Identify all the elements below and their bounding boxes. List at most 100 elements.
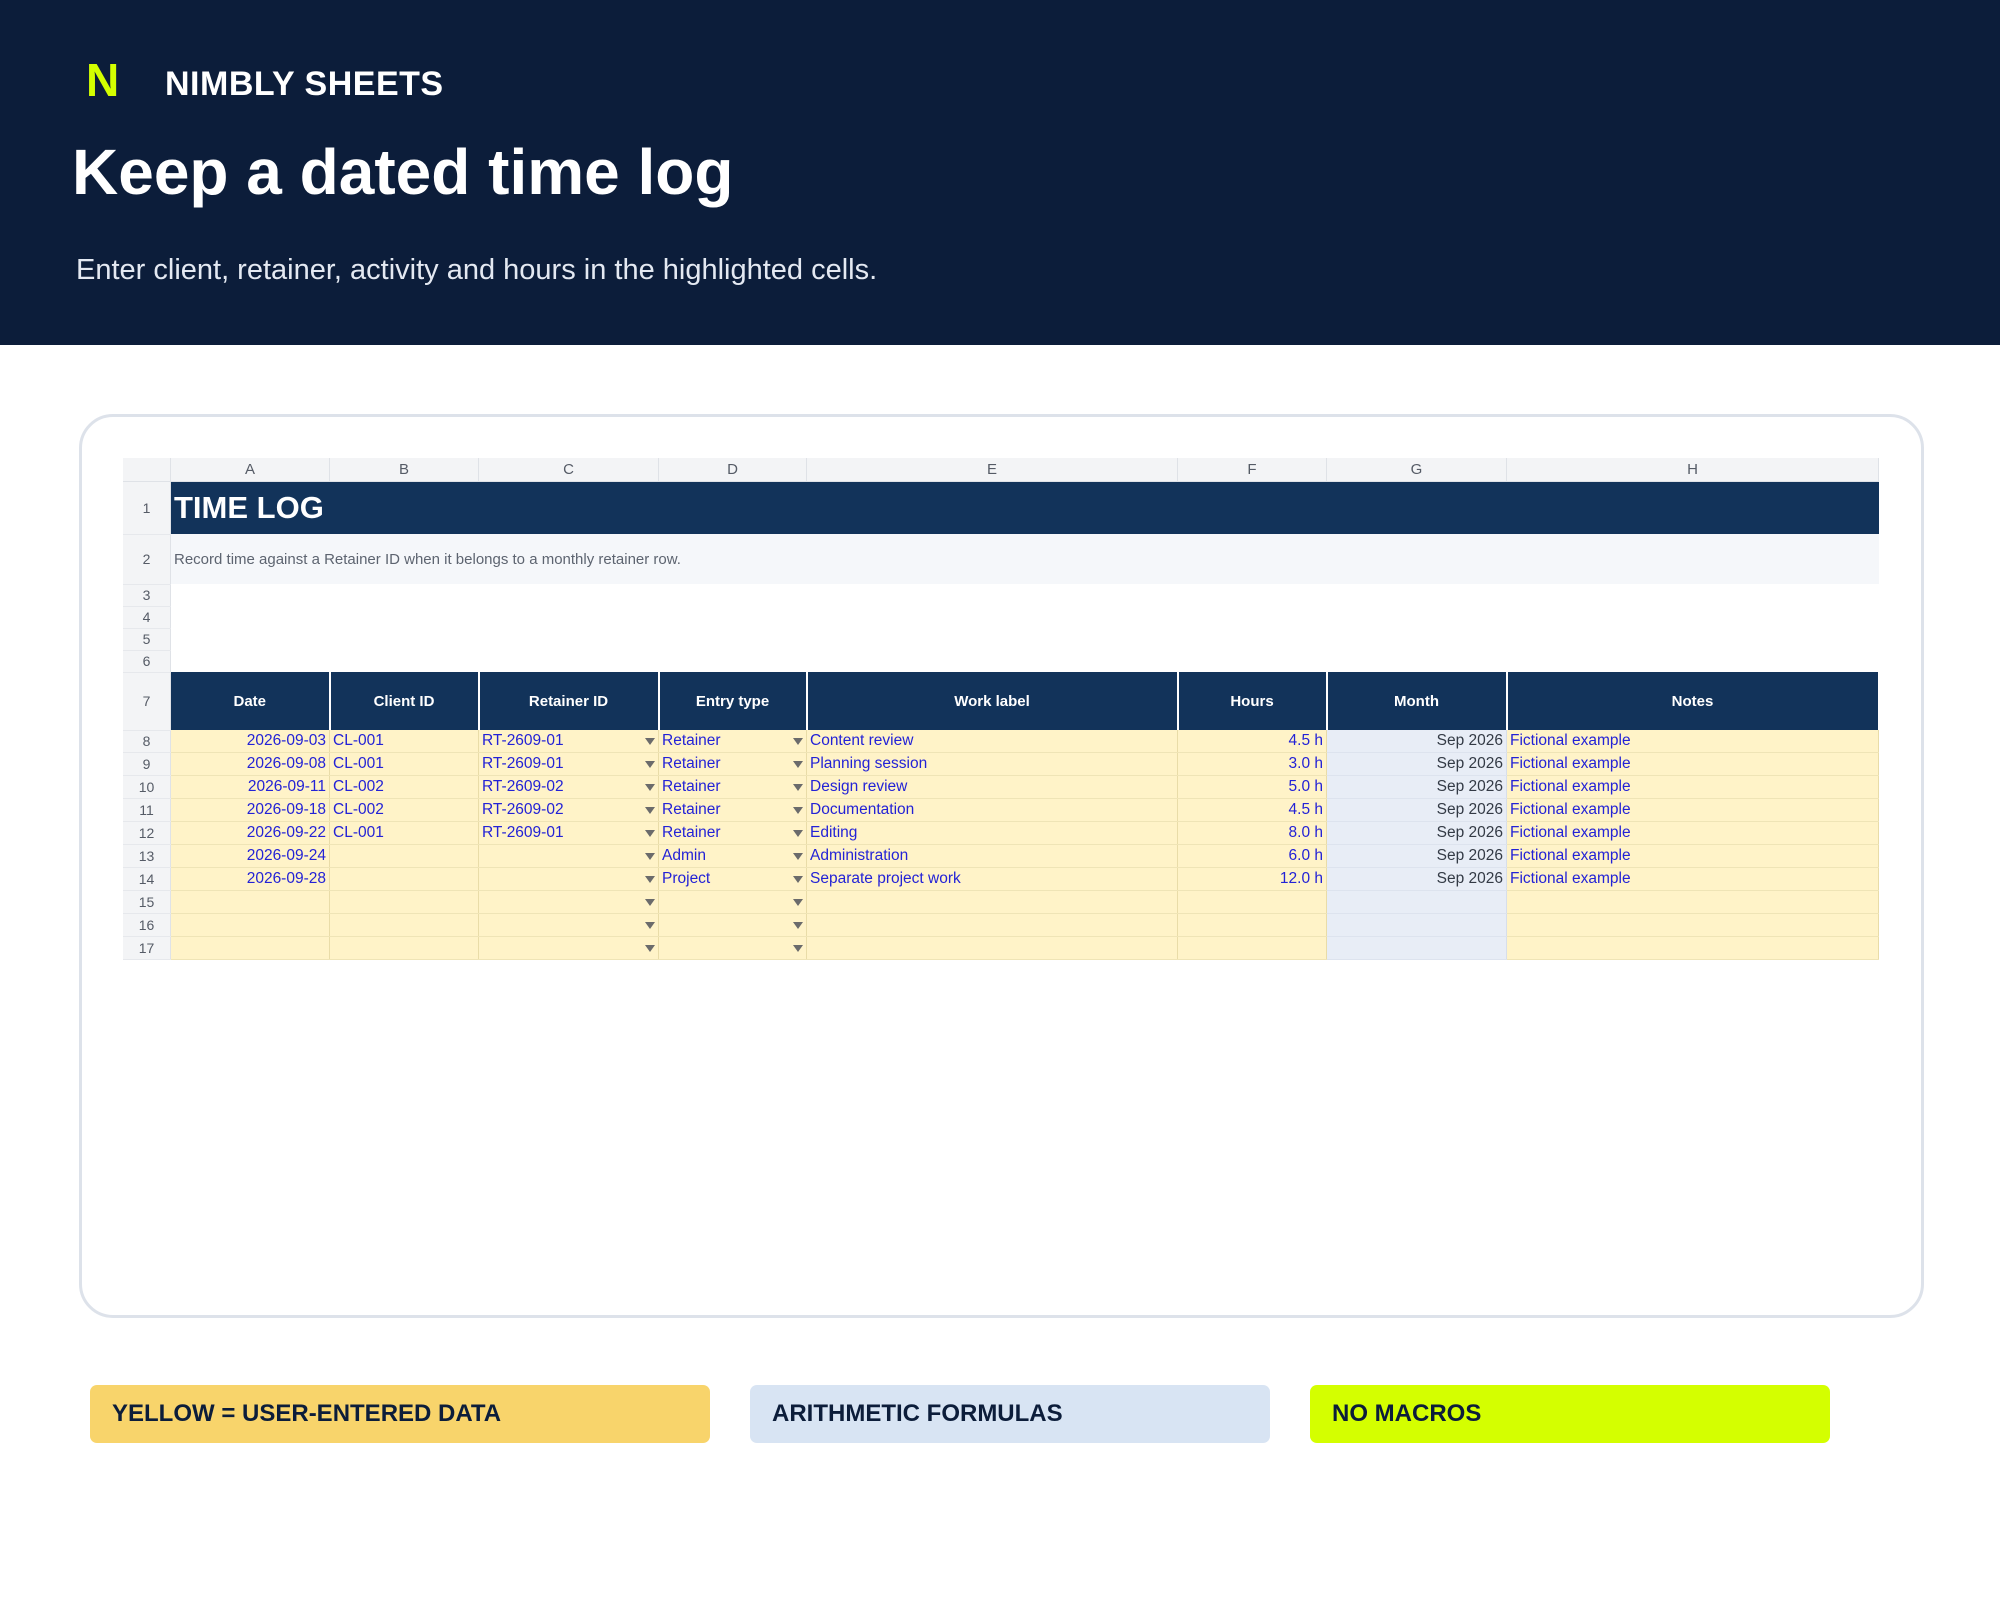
notes-cell[interactable]: Fictional example bbox=[1506, 821, 1879, 845]
dropdown-arrow-icon[interactable] bbox=[793, 830, 803, 837]
dropdown-arrow-icon[interactable] bbox=[645, 899, 655, 906]
client-id-cell[interactable] bbox=[329, 913, 479, 937]
entry-type-dropdown[interactable] bbox=[658, 890, 807, 914]
month-formula-cell[interactable]: Sep 2026 bbox=[1326, 798, 1507, 822]
row-number[interactable]: 6 bbox=[123, 650, 171, 673]
sheet-title[interactable]: TIME LOG bbox=[170, 481, 1879, 534]
dropdown-arrow-icon[interactable] bbox=[645, 738, 655, 745]
month-formula-cell[interactable]: Sep 2026 bbox=[1326, 730, 1507, 753]
retainer-id-dropdown[interactable] bbox=[478, 936, 659, 960]
column-header-e[interactable]: E bbox=[806, 458, 1178, 482]
dropdown-arrow-icon[interactable] bbox=[645, 784, 655, 791]
hours-cell[interactable] bbox=[1177, 890, 1327, 914]
hours-cell[interactable]: 4.5 h bbox=[1177, 730, 1327, 753]
entry-type-dropdown[interactable]: Retainer bbox=[658, 730, 807, 753]
blank-cell[interactable] bbox=[170, 628, 1879, 650]
row-number[interactable]: 2 bbox=[123, 534, 171, 585]
client-id-cell[interactable]: CL-001 bbox=[329, 752, 479, 776]
date-cell[interactable]: 2026-09-24 bbox=[170, 844, 330, 868]
retainer-id-dropdown[interactable] bbox=[478, 844, 659, 868]
column-header-f[interactable]: F bbox=[1177, 458, 1327, 482]
client-id-cell[interactable] bbox=[329, 844, 479, 868]
client-id-cell[interactable]: CL-002 bbox=[329, 798, 479, 822]
work-label-cell[interactable] bbox=[806, 890, 1178, 914]
row-number[interactable]: 11 bbox=[123, 798, 171, 822]
date-cell[interactable]: 2026-09-11 bbox=[170, 775, 330, 799]
retainer-id-dropdown[interactable]: RT-2609-01 bbox=[478, 730, 659, 753]
column-header-c[interactable]: C bbox=[478, 458, 659, 482]
work-label-cell[interactable]: Editing bbox=[806, 821, 1178, 845]
month-formula-cell[interactable] bbox=[1326, 890, 1507, 914]
row-number[interactable]: 3 bbox=[123, 584, 171, 607]
dropdown-arrow-icon[interactable] bbox=[645, 922, 655, 929]
date-cell[interactable]: 2026-09-18 bbox=[170, 798, 330, 822]
notes-cell[interactable]: Fictional example bbox=[1506, 798, 1879, 822]
hours-cell[interactable]: 4.5 h bbox=[1177, 798, 1327, 822]
blank-cell[interactable] bbox=[170, 584, 1879, 606]
row-number[interactable]: 8 bbox=[123, 730, 171, 753]
entry-type-dropdown[interactable]: Retainer bbox=[658, 821, 807, 845]
hours-cell[interactable]: 6.0 h bbox=[1177, 844, 1327, 868]
entry-type-dropdown[interactable]: Retainer bbox=[658, 775, 807, 799]
month-formula-cell[interactable]: Sep 2026 bbox=[1326, 844, 1507, 868]
row-number[interactable]: 9 bbox=[123, 752, 171, 776]
row-number[interactable]: 15 bbox=[123, 890, 171, 914]
client-id-cell[interactable] bbox=[329, 867, 479, 891]
work-label-cell[interactable]: Separate project work bbox=[806, 867, 1178, 891]
row-number[interactable]: 16 bbox=[123, 913, 171, 937]
blank-cell[interactable] bbox=[170, 650, 1879, 672]
notes-cell[interactable]: Fictional example bbox=[1506, 775, 1879, 799]
dropdown-arrow-icon[interactable] bbox=[793, 853, 803, 860]
client-id-cell[interactable]: CL-002 bbox=[329, 775, 479, 799]
hours-cell[interactable]: 12.0 h bbox=[1177, 867, 1327, 891]
client-id-cell[interactable]: CL-001 bbox=[329, 821, 479, 845]
dropdown-arrow-icon[interactable] bbox=[793, 876, 803, 883]
row-number[interactable]: 17 bbox=[123, 936, 171, 960]
row-number[interactable]: 4 bbox=[123, 606, 171, 629]
sheet-description[interactable]: Record time against a Retainer ID when i… bbox=[170, 534, 1879, 584]
entry-type-dropdown[interactable] bbox=[658, 913, 807, 937]
column-header-g[interactable]: G bbox=[1326, 458, 1507, 482]
dropdown-arrow-icon[interactable] bbox=[793, 922, 803, 929]
work-label-cell[interactable] bbox=[806, 936, 1178, 960]
month-formula-cell[interactable]: Sep 2026 bbox=[1326, 775, 1507, 799]
work-label-cell[interactable]: Documentation bbox=[806, 798, 1178, 822]
notes-cell[interactable]: Fictional example bbox=[1506, 867, 1879, 891]
notes-cell[interactable]: Fictional example bbox=[1506, 730, 1879, 753]
date-cell[interactable] bbox=[170, 913, 330, 937]
dropdown-arrow-icon[interactable] bbox=[793, 784, 803, 791]
date-cell[interactable] bbox=[170, 890, 330, 914]
blank-cell[interactable] bbox=[170, 606, 1879, 628]
dropdown-arrow-icon[interactable] bbox=[645, 876, 655, 883]
row-number[interactable]: 7 bbox=[123, 672, 171, 731]
work-label-cell[interactable]: Content review bbox=[806, 730, 1178, 753]
notes-cell[interactable] bbox=[1506, 936, 1879, 960]
dropdown-arrow-icon[interactable] bbox=[793, 945, 803, 952]
date-cell[interactable]: 2026-09-22 bbox=[170, 821, 330, 845]
month-formula-cell[interactable]: Sep 2026 bbox=[1326, 821, 1507, 845]
row-number[interactable]: 1 bbox=[123, 481, 171, 535]
dropdown-arrow-icon[interactable] bbox=[645, 830, 655, 837]
retainer-id-dropdown[interactable] bbox=[478, 867, 659, 891]
retainer-id-dropdown[interactable] bbox=[478, 890, 659, 914]
month-formula-cell[interactable]: Sep 2026 bbox=[1326, 752, 1507, 776]
entry-type-dropdown[interactable]: Admin bbox=[658, 844, 807, 868]
row-number[interactable]: 12 bbox=[123, 821, 171, 845]
header-notes[interactable]: Notes bbox=[1506, 672, 1880, 730]
notes-cell[interactable] bbox=[1506, 890, 1879, 914]
row-number[interactable]: 14 bbox=[123, 867, 171, 891]
notes-cell[interactable]: Fictional example bbox=[1506, 752, 1879, 776]
work-label-cell[interactable]: Administration bbox=[806, 844, 1178, 868]
date-cell[interactable] bbox=[170, 936, 330, 960]
notes-cell[interactable] bbox=[1506, 913, 1879, 937]
header-client-id[interactable]: Client ID bbox=[329, 672, 480, 730]
column-header-h[interactable]: H bbox=[1506, 458, 1879, 482]
date-cell[interactable]: 2026-09-28 bbox=[170, 867, 330, 891]
work-label-cell[interactable] bbox=[806, 913, 1178, 937]
entry-type-dropdown[interactable]: Retainer bbox=[658, 752, 807, 776]
header-entry-type[interactable]: Entry type bbox=[658, 672, 808, 730]
dropdown-arrow-icon[interactable] bbox=[793, 899, 803, 906]
row-number[interactable]: 10 bbox=[123, 775, 171, 799]
retainer-id-dropdown[interactable] bbox=[478, 913, 659, 937]
month-formula-cell[interactable]: Sep 2026 bbox=[1326, 867, 1507, 891]
